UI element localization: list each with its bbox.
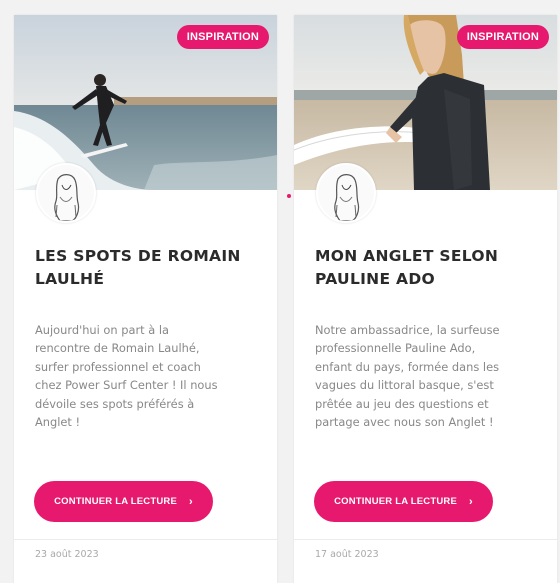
excerpt-line: chez Power Surf Center ! Il nous <box>35 378 218 393</box>
article-title-line[interactable]: MON ANGLET SELON <box>315 247 498 265</box>
card-divider <box>14 539 277 540</box>
article-card-pauline-ado[interactable]: INSPIRATION MON ANGLET SELON PAULINE ADO… <box>294 15 557 583</box>
publish-date: 23 août 2023 <box>35 549 99 560</box>
article-card-romain-laulhe[interactable]: INSPIRATION LES SPOTS DE ROMAIN LAULHÉ A… <box>14 15 277 583</box>
excerpt-line: Anglet ! <box>35 415 81 430</box>
excerpt-line: Aujourd'hui on part à la <box>35 323 169 337</box>
excerpt-line: enfant du pays, formée dans les <box>315 359 500 374</box>
publish-date: 17 août 2023 <box>315 549 379 560</box>
continue-reading-label: CONTINUER LA LECTURE <box>334 496 458 507</box>
excerpt-line: partage avec nous son Anglet ! <box>315 415 494 430</box>
excerpt-line: dévoile ses spots préférés à <box>35 396 195 411</box>
article-grid: INSPIRATION LES SPOTS DE ROMAIN LAULHÉ A… <box>0 0 560 583</box>
article-excerpt: Notre ambassadrice, la surfeuse professi… <box>315 321 540 431</box>
article-title[interactable]: LES SPOTS DE ROMAIN LAULHÉ <box>35 245 255 291</box>
article-title[interactable]: MON ANGLET SELON PAULINE ADO <box>315 245 535 291</box>
decorative-dot <box>287 194 291 198</box>
author-avatar <box>316 163 376 223</box>
continue-reading-button[interactable]: CONTINUER LA LECTURE › <box>314 481 493 522</box>
continue-reading-label: CONTINUER LA LECTURE <box>54 496 178 507</box>
chevron-right-icon: › <box>189 495 193 508</box>
author-avatar <box>36 163 96 223</box>
category-badge[interactable]: INSPIRATION <box>176 25 269 49</box>
excerpt-line: surfer professionnel et coach <box>35 359 201 374</box>
article-excerpt: Aujourd'hui on part à la rencontre de Ro… <box>35 321 260 431</box>
excerpt-line: prêtée au jeu des questions et <box>315 396 489 411</box>
article-title-line[interactable]: LES SPOTS DE ROMAIN <box>35 247 241 265</box>
article-title-line[interactable]: LAULHÉ <box>35 270 104 288</box>
article-title-line[interactable]: PAULINE ADO <box>315 270 435 288</box>
continue-reading-button[interactable]: CONTINUER LA LECTURE › <box>34 481 213 522</box>
excerpt-line: Notre ambassadrice, la surfeuse <box>315 323 500 337</box>
excerpt-line: rencontre de Romain Laulhé, <box>35 341 200 356</box>
excerpt-line: professionnelle Pauline Ado, <box>315 341 476 356</box>
excerpt-line: vagues du littoral basque, s'est <box>315 378 494 393</box>
card-divider <box>294 539 557 540</box>
chevron-right-icon: › <box>469 495 473 508</box>
category-badge[interactable]: INSPIRATION <box>456 25 549 49</box>
